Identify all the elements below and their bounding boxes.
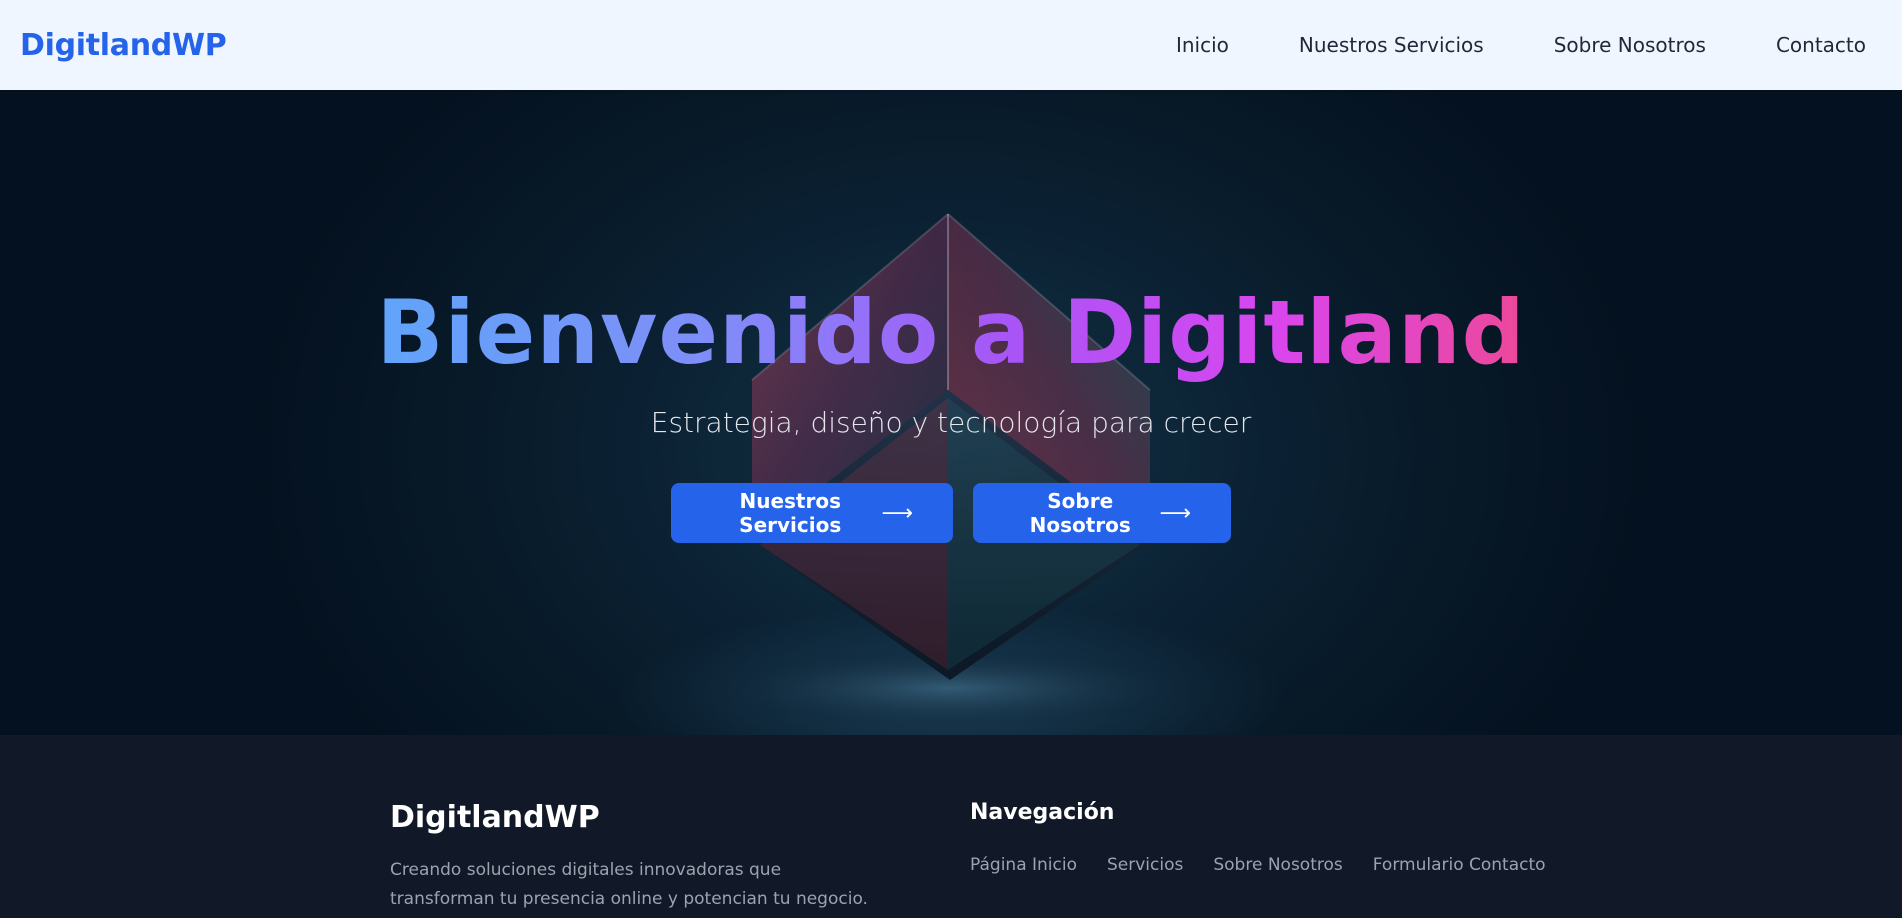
main-nav: Inicio Nuestros Servicios Sobre Nosotros… [1176, 33, 1866, 57]
nav-item-sobre-nosotros[interactable]: Sobre Nosotros [1554, 33, 1706, 57]
hero-title: Bienvenido a Digitland [376, 281, 1526, 384]
our-services-button[interactable]: Nuestros Servicios ⟶ [671, 483, 953, 543]
footer-link-about[interactable]: Sobre Nosotros [1213, 855, 1342, 875]
footer-description: Creando soluciones digitales innovadoras… [390, 860, 868, 909]
footer-nav-title: Navegación [970, 800, 1115, 825]
about-us-label: Sobre Nosotros [1029, 489, 1131, 537]
about-us-button[interactable]: Sobre Nosotros ⟶ [973, 483, 1231, 543]
footer-nav-links: Página Inicio Servicios Sobre Nosotros F… [970, 855, 1546, 875]
nav-item-servicios[interactable]: Nuestros Servicios [1299, 33, 1484, 57]
our-services-label: Nuestros Servicios [739, 489, 842, 537]
arrow-right-icon: ⟶ [1159, 500, 1191, 526]
site-logo[interactable]: DigitlandWP [20, 28, 227, 63]
site-footer [0, 735, 1902, 918]
nav-item-contacto[interactable]: Contacto [1776, 33, 1866, 57]
site-header: DigitlandWP Inicio Nuestros Servicios So… [0, 0, 1902, 90]
hero-section: Bienvenido a Digitland Estrategia, diseñ… [0, 90, 1902, 735]
arrow-right-icon: ⟶ [881, 500, 913, 526]
footer-link-services[interactable]: Servicios [1107, 855, 1183, 875]
nav-item-inicio[interactable]: Inicio [1176, 33, 1229, 57]
footer-link-home[interactable]: Página Inicio [970, 855, 1077, 875]
footer-brand: DigitlandWP [390, 800, 600, 835]
hero-subtitle: Estrategia, diseño y tecnología para cre… [650, 406, 1252, 439]
footer-link-contact-form[interactable]: Formulario Contacto [1373, 855, 1546, 875]
hero-button-group: Nuestros Servicios ⟶ Sobre Nosotros ⟶ [0, 483, 1902, 543]
